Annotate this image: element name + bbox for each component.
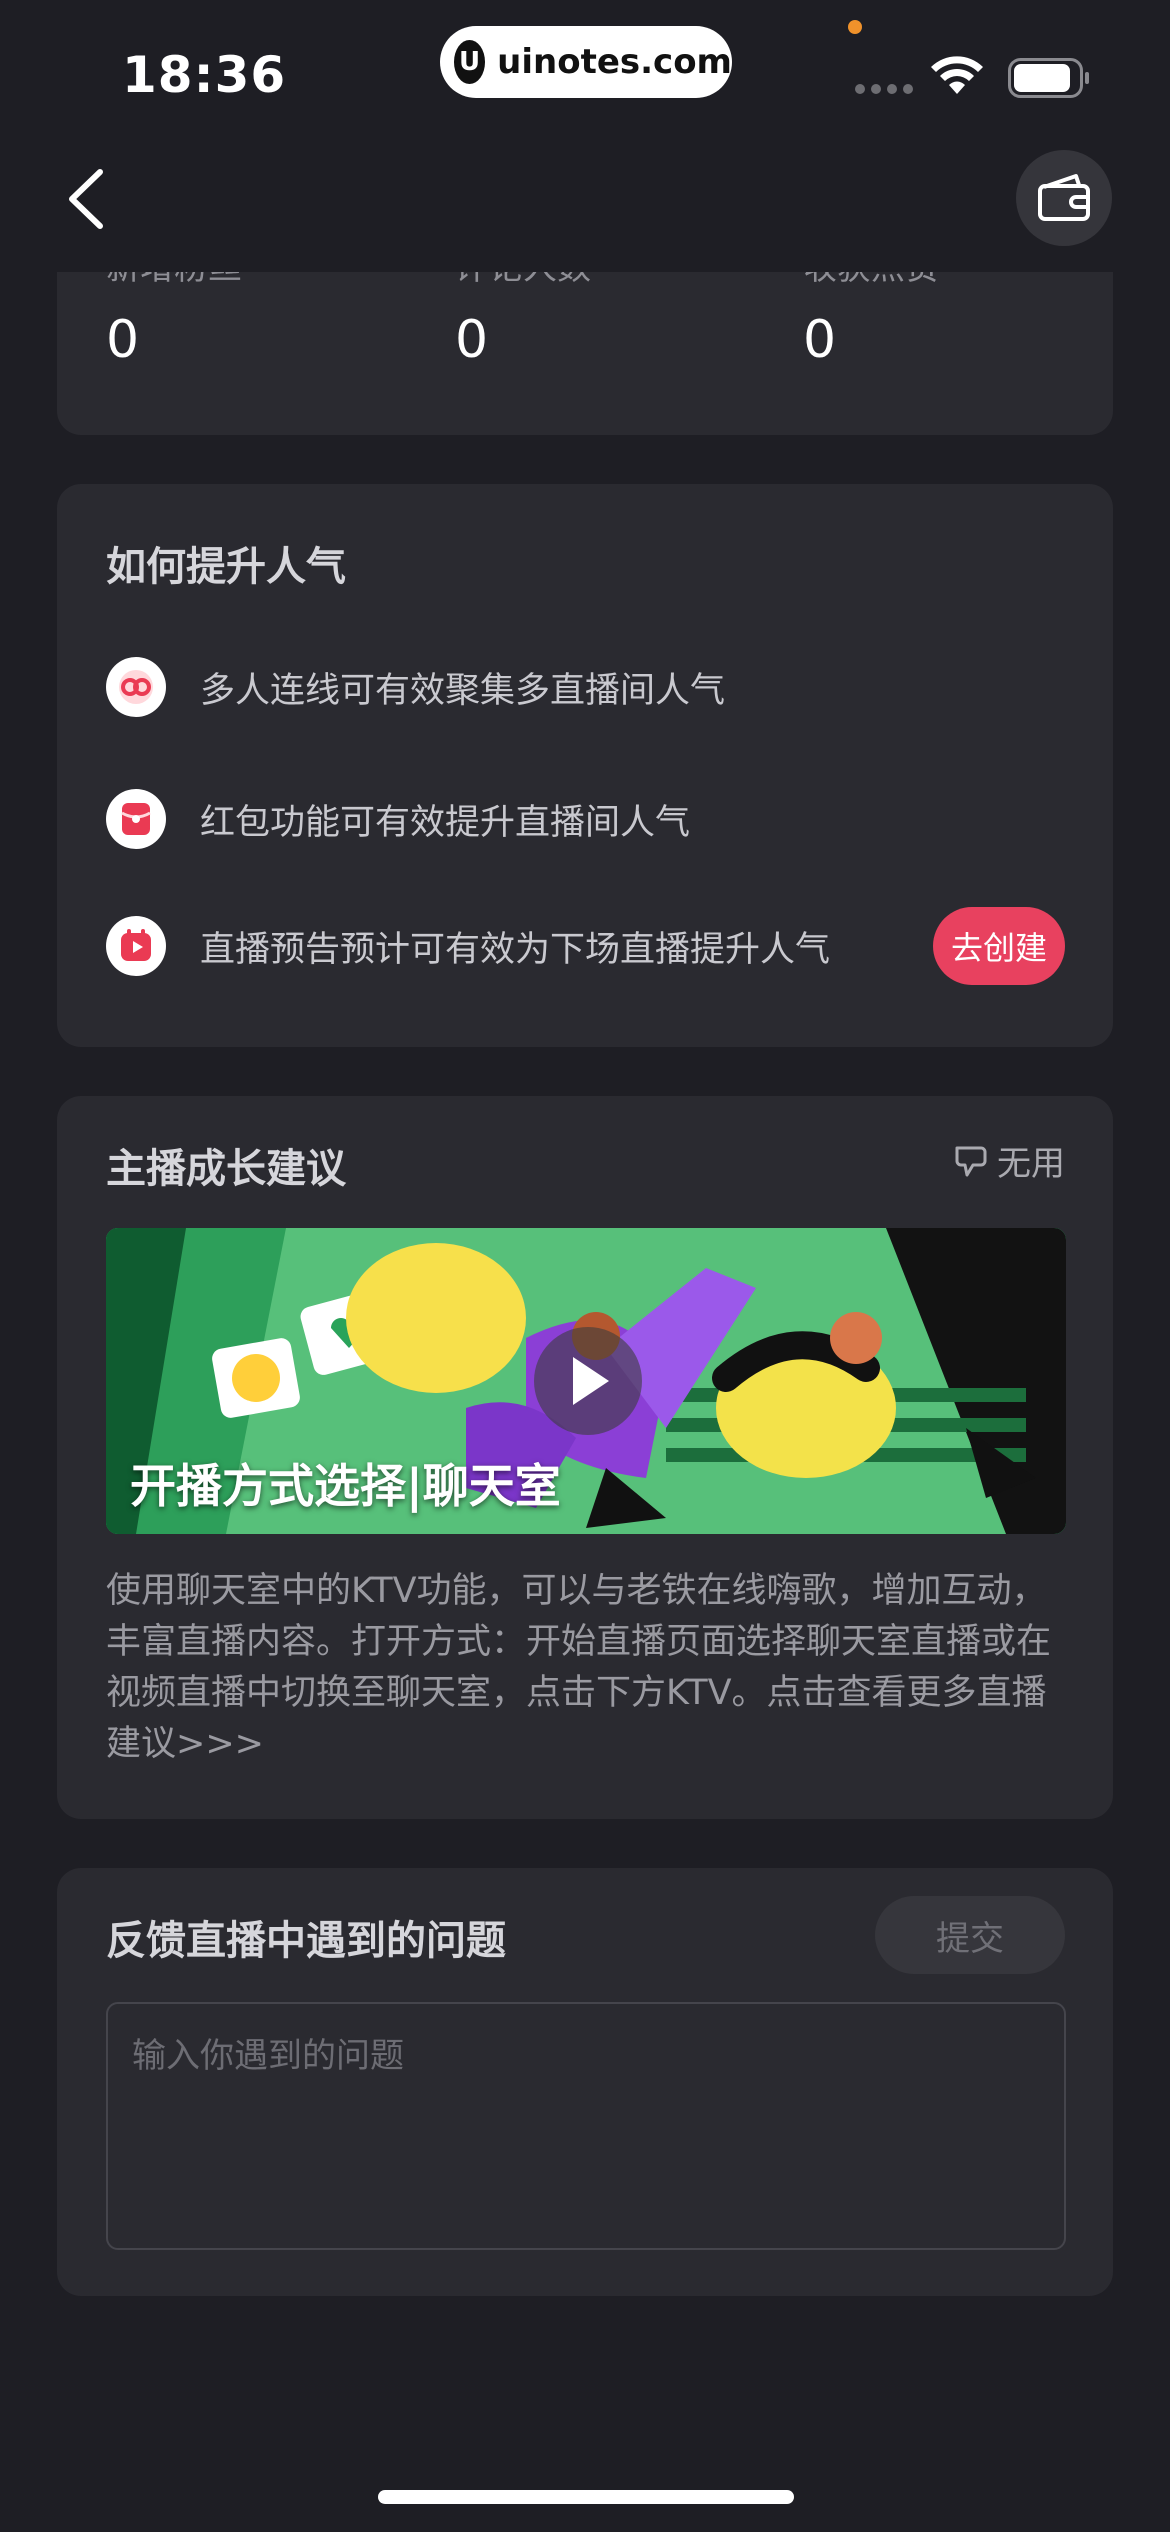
tip-row-linking: 多人连线可有效聚集多直播间人气 <box>106 652 1066 722</box>
uinotes-logo-icon: U <box>454 40 486 84</box>
useless-label: 无用 <box>997 1144 1065 1184</box>
feedback-card: 反馈直播中遇到的问题 提交 <box>57 1868 1113 2296</box>
tip-row-preview: 直播预告预计可有效为下场直播提升人气 <box>106 911 1066 981</box>
useless-feedback-button[interactable]: 无用 <box>953 1136 1065 1185</box>
growth-description[interactable]: 使用聊天室中的KTV功能，可以与老铁在线嗨歌，增加互动，丰富直播内容。打开方式：… <box>106 1566 1066 1770</box>
tip-text: 红包功能可有效提升直播间人气 <box>200 802 691 843</box>
calendar-play-icon <box>106 916 166 976</box>
tip-text: 直播预告预计可有效为下场直播提升人气 <box>200 929 831 970</box>
thumbs-down-icon <box>955 1146 987 1176</box>
submit-button[interactable]: 提交 <box>875 1896 1065 1974</box>
home-indicator[interactable] <box>378 2490 794 2504</box>
stat-value: 0 <box>106 310 140 370</box>
cellular-signal-icon <box>855 84 913 94</box>
growth-title: 主播成长建议 <box>106 1146 346 1192</box>
feedback-input[interactable] <box>106 2002 1066 2250</box>
wifi-icon <box>931 56 983 94</box>
play-icon <box>573 1357 609 1405</box>
popularity-tips-card: 如何提升人气 多人连线可有效聚集多直播间人气 红包功能可有效提升直播间人气 直播… <box>57 484 1113 1047</box>
status-bar: 18:36 U uinotes.com <box>0 0 1170 130</box>
tips-title: 如何提升人气 <box>106 544 346 590</box>
red-packet-icon <box>106 789 166 849</box>
back-chevron-icon[interactable] <box>62 166 112 232</box>
wallet-icon <box>1038 174 1090 221</box>
url-pill: U uinotes.com <box>440 26 732 98</box>
status-time: 18:36 <box>122 46 287 104</box>
tip-text: 多人连线可有效聚集多直播间人气 <box>200 670 726 711</box>
wallet-button[interactable] <box>1016 150 1112 246</box>
nav-bar-background <box>0 130 1170 272</box>
stat-value: 0 <box>803 310 837 370</box>
play-button[interactable] <box>534 1327 642 1435</box>
video-thumbnail[interactable]: 开播方式选择|聊天室 <box>106 1228 1066 1534</box>
logo-letter: U <box>459 47 481 77</box>
privacy-indicator-icon <box>848 20 862 34</box>
stat-value: 0 <box>455 310 489 370</box>
page: 新增粉丝 0 评论人数 0 收获点赞 0 18:36 U uinotes.com <box>0 0 1170 2532</box>
url-text: uinotes.com <box>497 42 732 82</box>
tip-row-red-packet: 红包功能可有效提升直播间人气 <box>106 784 1066 854</box>
battery-icon <box>1008 58 1089 98</box>
link-icon <box>106 657 166 717</box>
feedback-title: 反馈直播中遇到的问题 <box>106 1918 506 1964</box>
create-preview-button[interactable]: 去创建 <box>933 907 1065 985</box>
growth-suggestion-card: 主播成长建议 无用 开播方式选择|聊天室 使用聊天室中的KTV功能，可以与老铁在… <box>57 1096 1113 1819</box>
video-caption: 开播方式选择|聊天室 <box>130 1459 561 1513</box>
